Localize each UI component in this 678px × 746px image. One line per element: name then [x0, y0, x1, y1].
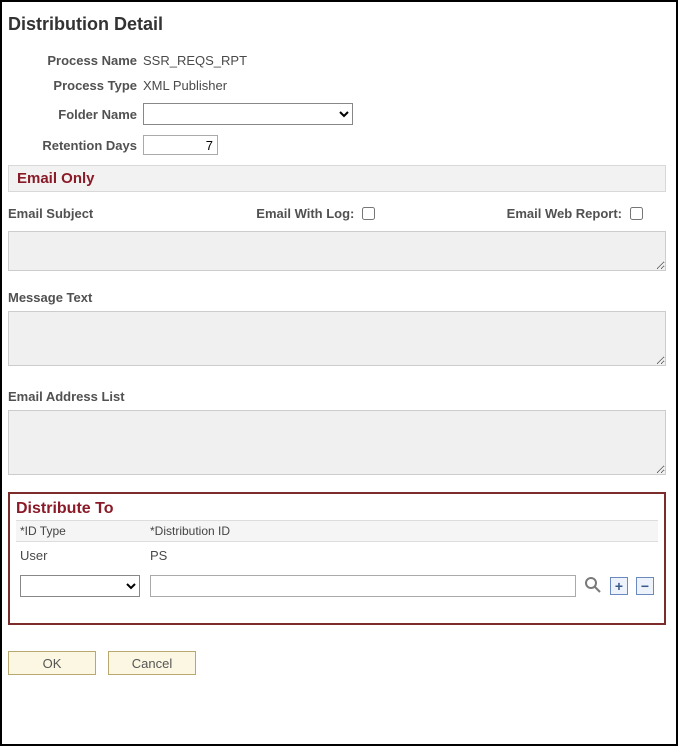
distribute-header-row: *ID Type *Distribution ID [16, 521, 658, 542]
id-type-value-0: User [16, 542, 146, 570]
process-type-row: Process Type XML Publisher [8, 78, 666, 93]
add-row-icon[interactable]: + [610, 577, 628, 595]
process-type-value: XML Publisher [143, 78, 227, 93]
email-web-report-group: Email Web Report: [507, 204, 646, 223]
cancel-button[interactable]: Cancel [108, 651, 196, 675]
email-with-log-label: Email With Log: [256, 206, 354, 221]
distribution-detail-window: Distribution Detail Process Name SSR_REQ… [0, 0, 678, 746]
message-text-label: Message Text [8, 290, 666, 305]
email-with-log-group: Email With Log: [256, 204, 378, 223]
table-row: + − [16, 569, 658, 603]
email-web-report-label: Email Web Report: [507, 206, 622, 221]
email-address-list-textarea[interactable] [8, 410, 666, 475]
email-subject-label: Email Subject [8, 206, 128, 221]
folder-name-label: Folder Name [8, 107, 143, 122]
lookup-icon[interactable] [584, 576, 602, 594]
col-lookup [580, 521, 606, 542]
email-address-list-label: Email Address List [8, 389, 666, 404]
email-only-section-header: Email Only [8, 165, 666, 192]
email-web-report-checkbox[interactable] [630, 207, 643, 220]
col-add [606, 521, 632, 542]
retention-days-row: Retention Days [8, 135, 666, 155]
email-subject-textarea[interactable] [8, 231, 666, 271]
remove-row-icon[interactable]: − [636, 577, 654, 595]
email-with-log-checkbox[interactable] [362, 207, 375, 220]
process-type-label: Process Type [8, 78, 143, 93]
table-row: User PS [16, 542, 658, 570]
process-name-value: SSR_REQS_RPT [143, 53, 247, 68]
col-remove [632, 521, 658, 542]
process-name-label: Process Name [8, 53, 143, 68]
folder-name-select[interactable] [143, 103, 353, 125]
col-id-type: *ID Type [16, 521, 146, 542]
id-type-select[interactable] [20, 575, 140, 597]
ok-button[interactable]: OK [8, 651, 96, 675]
page-title: Distribution Detail [8, 14, 666, 35]
folder-name-row: Folder Name [8, 103, 666, 125]
process-name-row: Process Name SSR_REQS_RPT [8, 53, 666, 68]
email-options-row: Email Subject Email With Log: Email Web … [8, 204, 666, 223]
button-row: OK Cancel [8, 651, 666, 675]
retention-days-input[interactable] [143, 135, 218, 155]
dist-id-value-0: PS [146, 542, 580, 570]
distribute-to-table: *ID Type *Distribution ID User PS [16, 520, 658, 603]
distribute-to-section: Distribute To *ID Type *Distribution ID … [8, 492, 666, 625]
retention-days-label: Retention Days [8, 138, 143, 153]
col-distribution-id: *Distribution ID [146, 521, 580, 542]
message-text-textarea[interactable] [8, 311, 666, 366]
distribution-id-input[interactable] [150, 575, 576, 597]
distribute-to-title: Distribute To [16, 500, 658, 518]
